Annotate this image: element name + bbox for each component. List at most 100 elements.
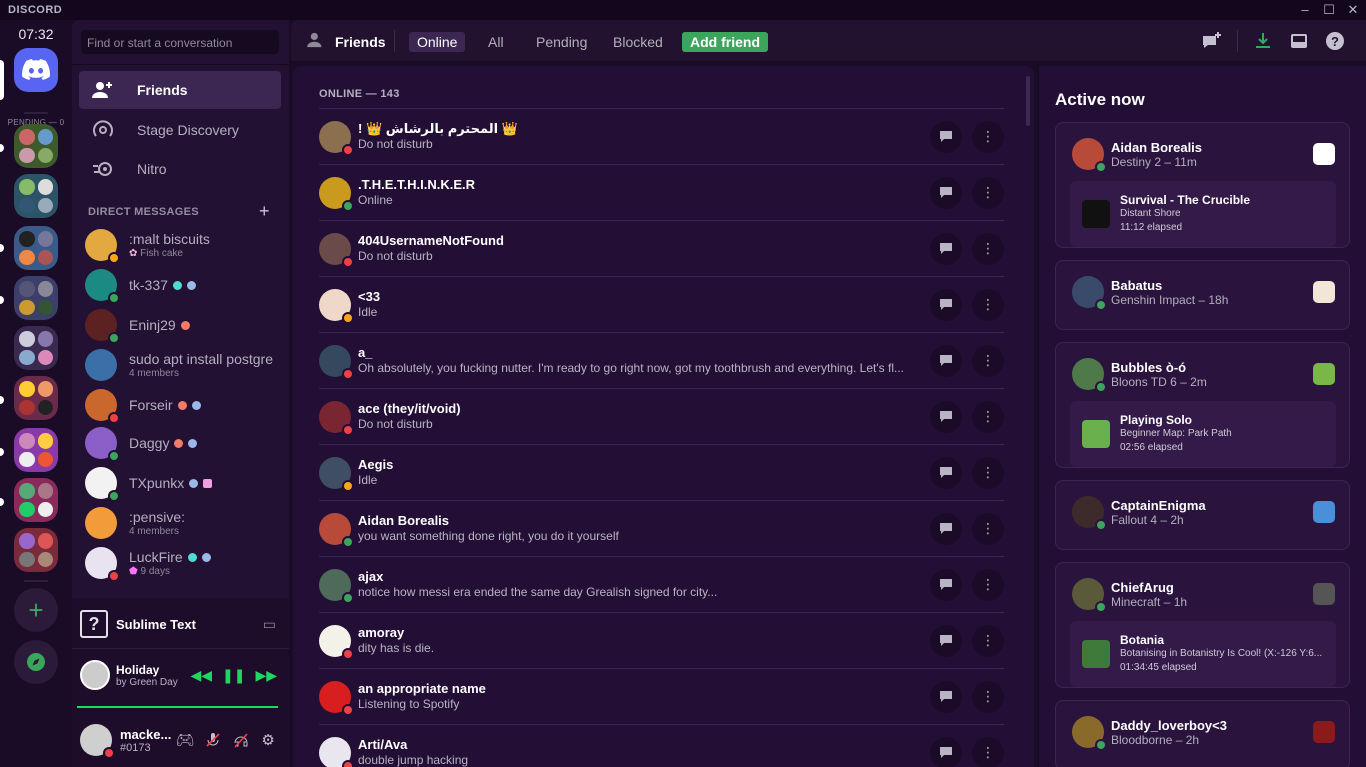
tab-online[interactable]: Online — [409, 32, 466, 52]
game-name: Sublime Text — [116, 616, 196, 632]
more-options-button[interactable]: ⋮ — [972, 736, 1004, 767]
help-icon[interactable]: ? — [1323, 29, 1347, 53]
tab-pending[interactable]: Pending — [528, 32, 595, 52]
active-card[interactable]: Daddy_loverboy<3 Bloodborne – 2h — [1055, 700, 1350, 767]
active-card[interactable]: CaptainEnigma Fallout 4 – 2h — [1055, 480, 1350, 550]
mute-mic-icon[interactable] — [199, 726, 227, 754]
friend-row[interactable]: ajax notice how messi era ended the same … — [319, 556, 1004, 612]
new-group-dm-icon[interactable] — [1200, 29, 1224, 53]
message-button[interactable] — [930, 568, 962, 601]
boost-badge-icon — [203, 479, 213, 489]
more-options-button[interactable]: ⋮ — [972, 680, 1004, 713]
more-options-button[interactable]: ⋮ — [972, 288, 1004, 321]
scrollbar[interactable] — [1026, 76, 1030, 126]
add-friend-button[interactable]: Add friend — [682, 32, 768, 52]
dm-item[interactable]: sudo apt install postgre 4 members — [79, 344, 281, 386]
settings-gear-icon[interactable]: ⚙ — [254, 726, 282, 754]
friend-row[interactable]: amoray dity has is die. ⋮ — [319, 612, 1004, 668]
nav-friends[interactable]: Friends — [79, 71, 281, 109]
dm-item[interactable]: tk-337 — [79, 264, 281, 306]
server-folder[interactable] — [14, 376, 58, 420]
screen-share-icon[interactable]: ▭ — [263, 616, 276, 633]
message-button[interactable] — [930, 736, 962, 767]
message-button[interactable] — [930, 680, 962, 713]
server-folder[interactable] — [14, 226, 58, 270]
message-button[interactable] — [930, 624, 962, 657]
message-button[interactable] — [930, 232, 962, 265]
more-options-button[interactable]: ⋮ — [972, 400, 1004, 433]
more-options-button[interactable]: ⋮ — [972, 232, 1004, 265]
server-folder[interactable] — [14, 326, 58, 370]
nav-nitro[interactable]: Nitro — [79, 150, 281, 188]
chat-bubble-icon — [940, 299, 952, 310]
server-folder[interactable] — [14, 428, 58, 472]
server-folder[interactable] — [14, 174, 58, 218]
server-folder[interactable] — [14, 276, 58, 320]
next-icon[interactable]: ▶▶ — [255, 667, 277, 684]
more-options-button[interactable]: ⋮ — [972, 512, 1004, 545]
message-button[interactable] — [930, 344, 962, 377]
active-card[interactable]: Bubbles ò-ó Bloons TD 6 – 2m Playing Solo B… — [1055, 342, 1350, 468]
gamepad-icon[interactable]: 🎮︎ — [171, 726, 199, 754]
maximize-icon[interactable]: ☐ — [1318, 1, 1340, 19]
more-options-button[interactable]: ⋮ — [972, 456, 1004, 489]
dm-item[interactable]: Forseir — [79, 384, 281, 426]
pause-icon[interactable]: ❚❚ — [222, 667, 245, 684]
home-button[interactable] — [14, 48, 58, 92]
friend-row[interactable]: Aegis Idle ⋮ — [319, 444, 1004, 500]
friend-row[interactable]: <33 Idle ⋮ — [319, 276, 1004, 332]
friend-row[interactable]: Arti/Ava double jump hacking ⋮ — [319, 724, 1004, 767]
more-options-button[interactable]: ⋮ — [972, 120, 1004, 153]
message-button[interactable] — [930, 176, 962, 209]
message-button[interactable] — [930, 288, 962, 321]
active-card[interactable]: ChiefArug Minecraft – 1h Botania Botanising… — [1055, 562, 1350, 688]
kebab-icon: ⋮ — [981, 744, 995, 760]
minimize-icon[interactable]: – — [1294, 1, 1316, 19]
create-dm-plus-icon[interactable]: + — [259, 201, 270, 222]
more-options-button[interactable]: ⋮ — [972, 176, 1004, 209]
message-button[interactable] — [930, 512, 962, 545]
user-avatar[interactable] — [80, 724, 115, 759]
active-card[interactable]: Babatus Genshin Impact – 18h — [1055, 260, 1350, 330]
avatar — [319, 232, 354, 268]
friend-row[interactable]: ace (they/it/void) Do not disturb ⋮ — [319, 388, 1004, 444]
friend-row[interactable]: an appropriate name Listening to Spotify ⋮ — [319, 668, 1004, 724]
server-folder[interactable] — [14, 478, 58, 522]
divider — [394, 30, 395, 52]
song-progress-bar[interactable] — [77, 706, 278, 708]
tab-blocked[interactable]: Blocked — [605, 32, 671, 52]
explore-servers-button[interactable] — [14, 640, 58, 684]
more-options-button[interactable]: ⋮ — [972, 624, 1004, 657]
tab-all[interactable]: All — [480, 32, 512, 52]
friend-row[interactable]: .T.H.E.T.H.I.N.K.E.R Online ⋮ — [319, 164, 1004, 220]
search-input[interactable]: Find or start a conversation — [81, 30, 279, 54]
dm-item[interactable]: LuckFire ⬟ 9 days — [79, 542, 281, 584]
close-icon[interactable]: ✕ — [1342, 1, 1364, 19]
deafen-icon[interactable] — [227, 726, 255, 754]
friend-row[interactable]: a_ Oh absolutely, you fucking nutter. I'm… — [319, 332, 1004, 388]
status-indicator — [342, 255, 354, 268]
previous-icon[interactable]: ◀◀ — [190, 667, 212, 684]
message-button[interactable] — [930, 120, 962, 153]
friend-row[interactable]: ! 👑 المحترم بالرشاش 👑 Do not disturb ⋮ — [319, 108, 1004, 164]
friend-row[interactable]: 404UsernameNotFound Do not disturb ⋮ — [319, 220, 1004, 276]
download-icon[interactable] — [1251, 29, 1275, 53]
dm-item[interactable]: TXpunkx — [79, 462, 281, 504]
inbox-icon[interactable] — [1287, 29, 1311, 53]
compass-icon — [27, 653, 45, 671]
message-button[interactable] — [930, 400, 962, 433]
dm-item[interactable]: :malt biscuits ✿ Fish cake — [79, 224, 281, 266]
more-options-button[interactable]: ⋮ — [972, 568, 1004, 601]
server-folder[interactable] — [14, 124, 58, 168]
message-button[interactable] — [930, 456, 962, 489]
add-server-button[interactable]: + — [14, 588, 58, 632]
dm-item[interactable]: Eninj29 — [79, 304, 281, 346]
more-options-button[interactable]: ⋮ — [972, 344, 1004, 377]
active-card[interactable]: Aidan Borealis Destiny 2 – 11m Survival - … — [1055, 122, 1350, 248]
nav-stage-discovery[interactable]: Stage Discovery — [79, 111, 281, 149]
kebab-icon: ⋮ — [981, 520, 995, 536]
dm-item[interactable]: :pensive: 4 members — [79, 502, 281, 544]
dm-item[interactable]: Daggy — [79, 422, 281, 464]
server-folder[interactable] — [14, 528, 58, 572]
friend-row[interactable]: Aidan Borealis you want something done ri… — [319, 500, 1004, 556]
